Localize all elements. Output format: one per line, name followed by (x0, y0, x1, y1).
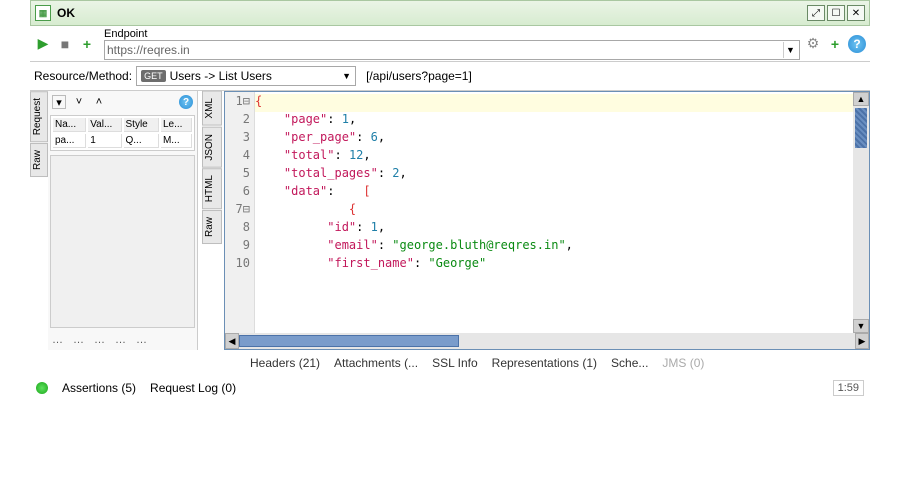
resource-path: [/api/users?page=1] (366, 69, 472, 83)
vertical-scrollbar[interactable]: ▲ ▼ (853, 92, 869, 333)
run-button[interactable]: ▶ (34, 35, 52, 53)
window-title: OK (57, 6, 75, 20)
app-icon: ▦ (35, 5, 51, 21)
params-up-icon[interactable]: ˄ (92, 95, 106, 109)
scroll-thumb-h[interactable] (239, 335, 459, 347)
param-name-cell[interactable]: pa... (53, 134, 86, 148)
tab-jms[interactable]: JMS (0) (662, 356, 704, 370)
param-value-cell[interactable]: 1 (88, 134, 121, 148)
status-position: 1:59 (833, 380, 864, 396)
config-icon[interactable]: ⚙ (804, 35, 822, 53)
params-empty-area (50, 155, 195, 328)
tab-request[interactable]: Request (30, 91, 48, 142)
footer-bar: Assertions (5) Request Log (0) 1:59 (30, 372, 870, 404)
tab-schema[interactable]: Sche... (611, 356, 648, 370)
tab-xml[interactable]: XML (202, 91, 222, 126)
maximize-icon[interactable]: ☐ (827, 5, 845, 21)
params-col-level[interactable]: Le... (161, 118, 192, 132)
line-gutter: 1⊟234567⊟8910 (225, 92, 255, 333)
resource-method-text: Users -> List Users (170, 69, 339, 83)
params-help-icon[interactable]: ? (179, 95, 193, 109)
request-vtabs: Request Raw (30, 91, 48, 350)
dots-1[interactable]: … (52, 334, 63, 346)
endpoint-dropdown-icon[interactable]: ▼ (783, 42, 797, 58)
scroll-left-icon[interactable]: ◀ (225, 333, 239, 349)
endpoint-label: Endpoint (104, 28, 800, 40)
params-pane: ▾ ˅ ˄ ? Na... Val... Style Le... pa... 1… (48, 91, 198, 350)
param-style-cell[interactable]: Q... (124, 134, 159, 148)
dots-4[interactable]: … (115, 334, 126, 346)
params-col-style[interactable]: Style (124, 118, 159, 132)
scroll-up-icon[interactable]: ▲ (853, 92, 869, 106)
resource-label: Resource/Method: (34, 69, 132, 83)
horizontal-scrollbar[interactable]: ◀ ▶ (225, 333, 869, 349)
dots-3[interactable]: … (94, 334, 105, 346)
status-position-text: 1:59 (838, 382, 859, 394)
params-header-row: Na... Val... Style Le... (53, 118, 192, 132)
method-badge: GET (141, 70, 166, 82)
scroll-thumb-v[interactable] (855, 108, 867, 148)
stop-button[interactable]: ■ (56, 35, 74, 53)
resource-row: Resource/Method: GET Users -> List Users… (30, 62, 870, 90)
close-icon[interactable]: ✕ (847, 5, 865, 21)
restore-down-icon[interactable]: ⤢ (807, 5, 825, 21)
response-viewer: 1⊟234567⊟8910 { "page": 1, "per_page": 6… (224, 91, 870, 350)
params-select-icon[interactable]: ▾ (52, 95, 66, 109)
code-content[interactable]: { "page": 1, "per_page": 6, "total": 12,… (255, 92, 853, 333)
tab-ssl-info[interactable]: SSL Info (432, 356, 478, 370)
tab-headers[interactable]: Headers (21) (250, 356, 320, 370)
scroll-down-icon[interactable]: ▼ (853, 319, 869, 333)
tab-request-log[interactable]: Request Log (0) (150, 381, 236, 395)
dots-5[interactable]: … (136, 334, 147, 346)
params-table[interactable]: Na... Val... Style Le... pa... 1 Q... M.… (50, 115, 195, 151)
params-col-value[interactable]: Val... (88, 118, 121, 132)
endpoint-input[interactable] (107, 43, 783, 57)
params-down-icon[interactable]: ˅ (72, 95, 86, 109)
add-resource-icon[interactable]: + (826, 35, 844, 53)
params-col-name[interactable]: Na... (53, 118, 86, 132)
tab-representations[interactable]: Representations (1) (492, 356, 597, 370)
titlebar: ▦ OK ⤢ ☐ ✕ (30, 0, 870, 26)
params-footer-dots: … … … … … (48, 330, 197, 350)
response-vtabs: XML JSON HTML Raw (202, 91, 222, 350)
table-row[interactable]: pa... 1 Q... M... (53, 134, 192, 148)
dots-2[interactable]: … (73, 334, 84, 346)
tab-assertions[interactable]: Assertions (5) (62, 381, 136, 395)
main-toolbar: ▶ ■ + Endpoint ▼ ⚙ + ? (30, 26, 870, 62)
response-bottom-tabs: Headers (21) Attachments (... SSL Info R… (30, 350, 870, 372)
tab-html[interactable]: HTML (202, 168, 222, 209)
tab-json[interactable]: JSON (202, 127, 222, 168)
param-level-cell[interactable]: M... (161, 134, 192, 148)
tab-attachments[interactable]: Attachments (... (334, 356, 418, 370)
scroll-right-icon[interactable]: ▶ (855, 333, 869, 349)
main-area: Request Raw ▾ ˅ ˄ ? Na... Val... Style L… (30, 90, 870, 350)
response-code-area[interactable]: 1⊟234567⊟8910 { "page": 1, "per_page": 6… (225, 92, 869, 333)
assertions-status-icon (36, 382, 48, 394)
chevron-down-icon: ▼ (342, 71, 351, 81)
tab-raw-request[interactable]: Raw (30, 143, 48, 177)
params-toolbar: ▾ ˅ ˄ ? (48, 91, 197, 113)
tab-raw-response[interactable]: Raw (202, 210, 222, 244)
help-icon[interactable]: ? (848, 35, 866, 53)
endpoint-input-wrap[interactable]: ▼ (104, 40, 800, 60)
add-button[interactable]: + (78, 35, 96, 53)
resource-method-select[interactable]: GET Users -> List Users ▼ (136, 66, 356, 86)
